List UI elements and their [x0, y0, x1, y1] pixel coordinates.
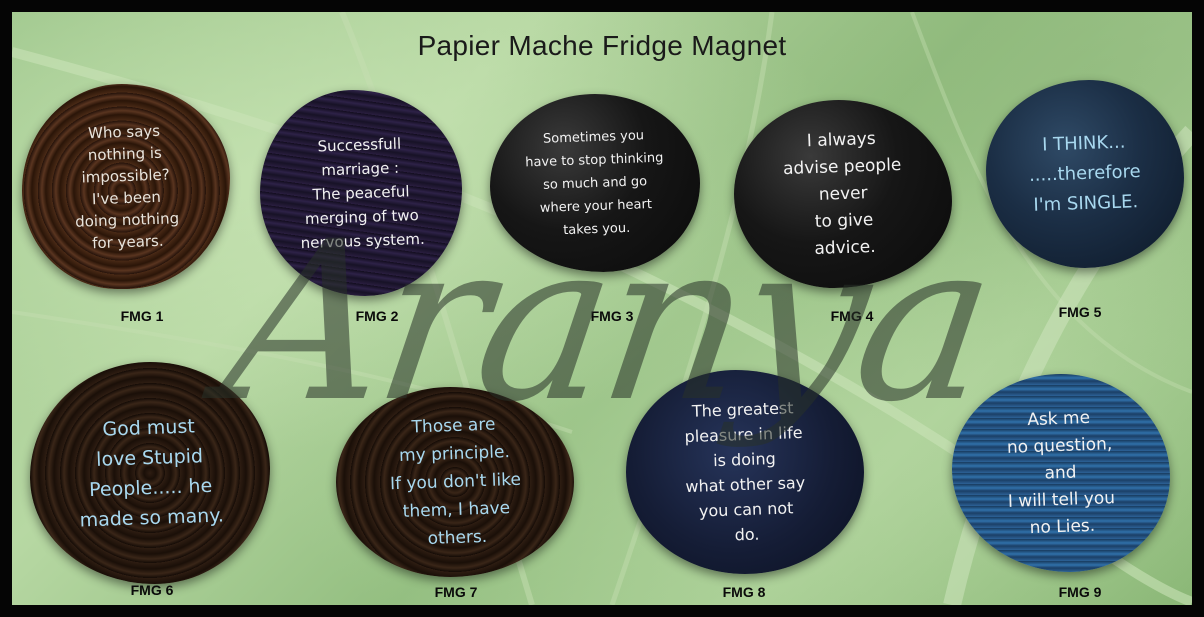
magnet-code-label: FMG 7 [434, 584, 478, 600]
magnet-quote: I always advise people never to give adv… [782, 128, 902, 259]
magnet-code-label: FMG 9 [1058, 584, 1102, 600]
magnet-code-label: FMG 8 [722, 584, 766, 600]
magnet-fmg-2: Successfull marriage : The peaceful merg… [260, 90, 462, 296]
magnet-code-label: FMG 3 [590, 308, 634, 324]
page-title: Papier Mache Fridge Magnet [417, 30, 787, 61]
magnet-quote: God must love Stupid People..... he made… [79, 415, 225, 532]
magnet-quote: I THINK... .....therefore I'm SINGLE. [1028, 131, 1142, 216]
magnet-quote: Sometimes you have to stop thinking so m… [524, 127, 664, 238]
magnet-quote: The greatest pleasure in life is doing w… [684, 398, 806, 545]
magnet-code-label: FMG 1 [120, 308, 164, 324]
magnet-code-label: FMG 6 [130, 582, 174, 598]
leaf-background: Papier Mache Fridge Magnet Who says noth… [12, 12, 1192, 605]
magnet-fmg-7: Those are my principle. If you don't lik… [336, 387, 574, 577]
magnet-quote: Those are my principle. If you don't lik… [389, 414, 521, 549]
magnet-quote: Who says nothing is impossible? I've bee… [74, 121, 180, 252]
magnet-fmg-8: The greatest pleasure in life is doing w… [626, 370, 864, 574]
magnet-quote: Ask me no question, and I will tell you … [1006, 407, 1116, 538]
magnet-fmg-6: God must love Stupid People..... he made… [30, 362, 270, 584]
magnet-quote: Successfull marriage : The peaceful merg… [300, 134, 425, 253]
image-frame: Papier Mache Fridge Magnet Who says noth… [0, 0, 1204, 617]
magnet-code-label: FMG 4 [830, 308, 874, 324]
magnet-code-label: FMG 2 [355, 308, 399, 324]
magnet-code-label: FMG 5 [1058, 304, 1102, 320]
magnet-fmg-3: Sometimes you have to stop thinking so m… [490, 94, 700, 272]
magnet-fmg-5: I THINK... .....therefore I'm SINGLE. [986, 80, 1184, 268]
